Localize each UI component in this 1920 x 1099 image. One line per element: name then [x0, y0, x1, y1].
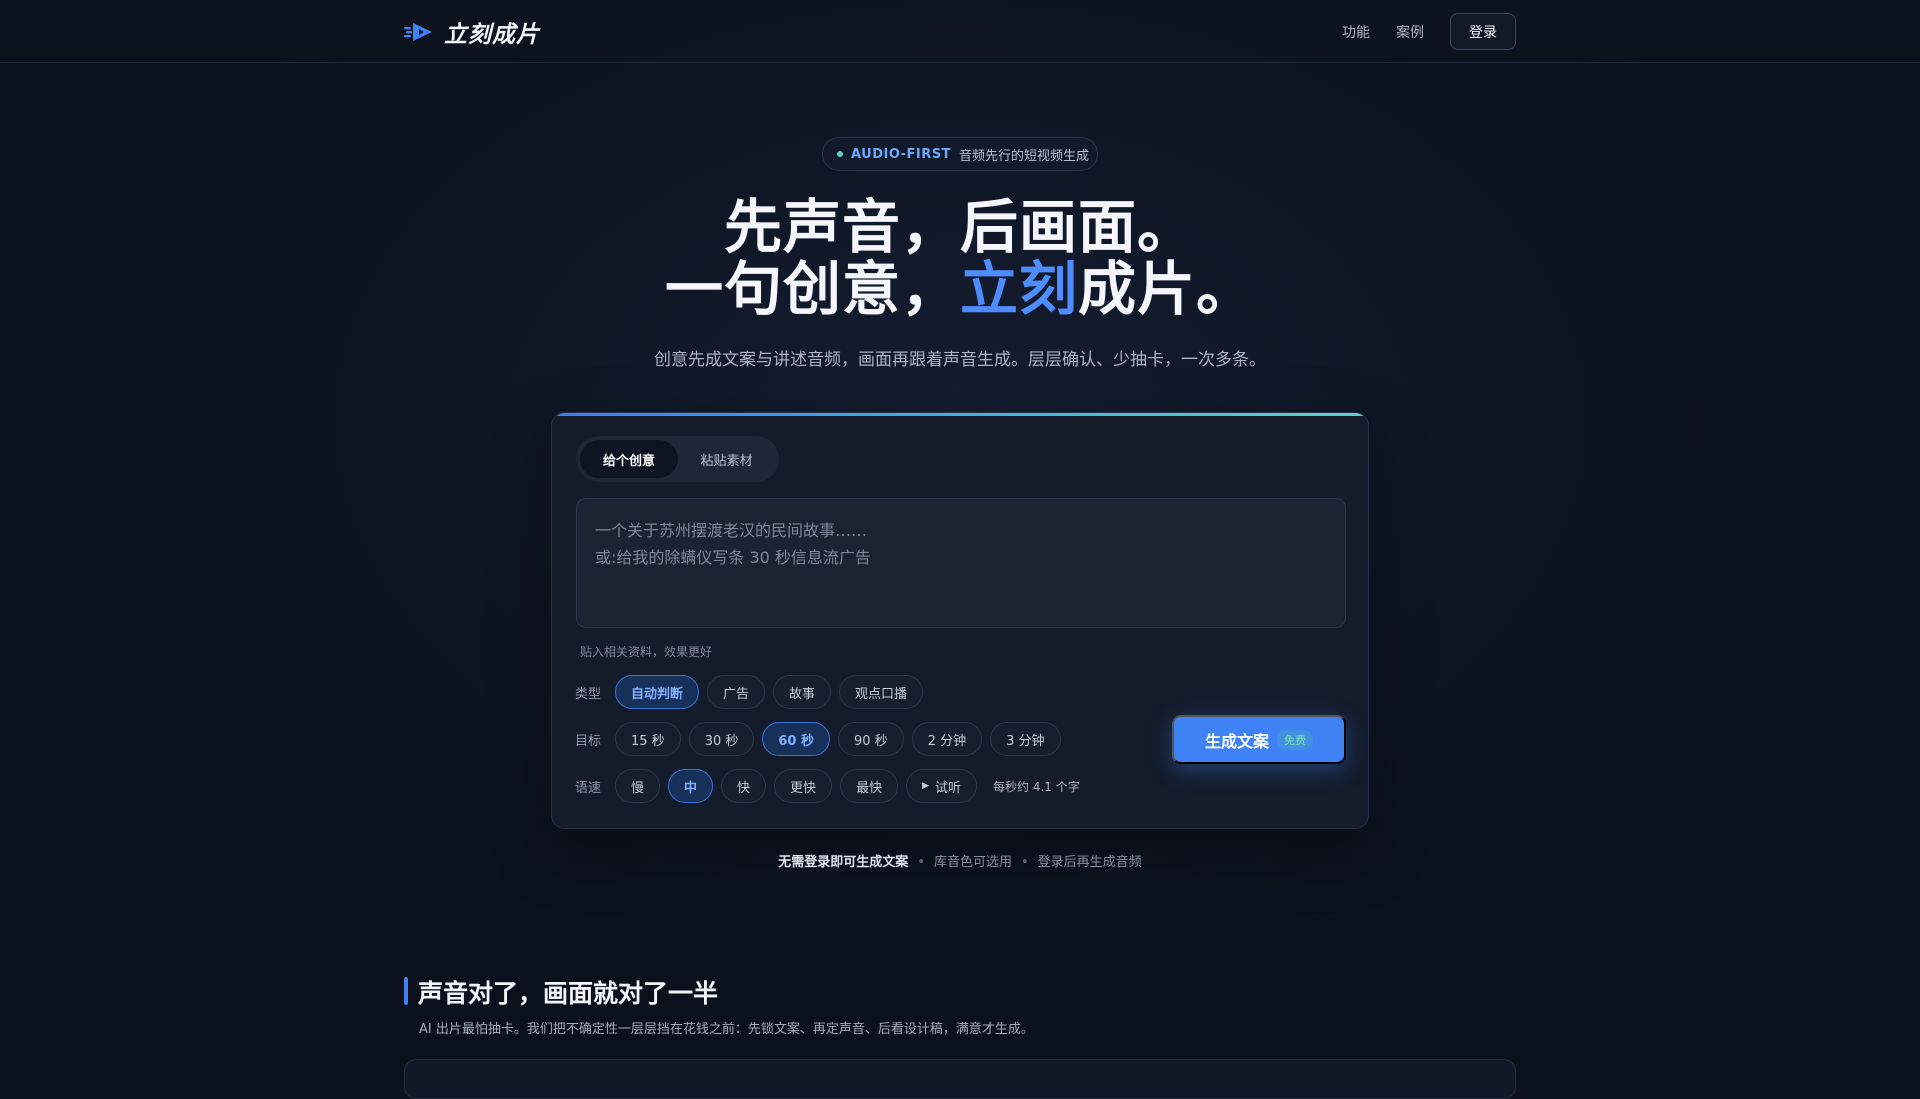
- mode-tabs: 给个创意 粘贴素材: [576, 436, 779, 482]
- headline-line-1: 先声音，后画面。: [723, 193, 1196, 261]
- target-option-30s[interactable]: 30 秒: [688, 722, 755, 756]
- free-badge: 免费: [1277, 729, 1313, 750]
- headline-line-2-post: 成片。: [1078, 255, 1256, 323]
- type-option-auto[interactable]: 自动判断: [615, 675, 700, 709]
- speed-label: 语速: [575, 780, 602, 796]
- speech-rate-note: 每秒约 4.1 个字: [993, 779, 1080, 794]
- composer-footnote: 无需登录即可生成文案 • 库音色可选用 • 登录后再生成音频: [0, 851, 1920, 870]
- status-dot-icon: [837, 151, 843, 157]
- brand-name: 立刻成片: [444, 21, 540, 48]
- generate-copy-label: 生成文案: [1204, 733, 1269, 751]
- speed-option-slow[interactable]: 慢: [615, 769, 661, 803]
- input-hint: 贴入相关资料，效果更好: [580, 645, 713, 659]
- target-option-3min[interactable]: 3 分钟: [990, 722, 1061, 756]
- target-option-15s[interactable]: 15 秒: [615, 722, 681, 756]
- main-nav: 功能 案例 登录: [1342, 13, 1516, 50]
- hero-subtitle: 创意先成文案与讲述音频，画面再跟着声音生成。层层确认、少抽卡，一次多条。: [654, 350, 1266, 370]
- type-label: 类型: [575, 686, 602, 702]
- brand[interactable]: 立刻成片: [404, 15, 540, 49]
- type-row: 类型 自动判断 广告 故事 观点口播: [575, 675, 931, 709]
- speed-option-fastest[interactable]: 最快: [840, 769, 899, 803]
- login-button[interactable]: 登录: [1450, 13, 1516, 50]
- footnote-separator: •: [917, 855, 925, 870]
- headline-line-2-accent: 立刻: [959, 255, 1078, 323]
- section-content-panel: [404, 1059, 1516, 1099]
- card-gradient-topline: [552, 413, 1368, 416]
- speed-option-faster[interactable]: 更快: [774, 769, 833, 803]
- type-option-opinion[interactable]: 观点口播: [839, 675, 924, 709]
- footnote-no-login: 无需登录即可生成文案: [778, 855, 909, 870]
- pill-tag: AUDIO-FIRST: [851, 146, 951, 162]
- target-label: 目标: [575, 733, 602, 749]
- speed-option-fast[interactable]: 快: [721, 769, 767, 803]
- preview-voice-button[interactable]: ▶ 试听: [906, 769, 978, 803]
- nav-link-features[interactable]: 功能: [1342, 22, 1370, 42]
- section-title: 声音对了，画面就对了一半: [418, 979, 719, 1008]
- headline-line-2-pre: 一句创意，: [664, 255, 960, 323]
- footnote-separator: •: [1021, 855, 1029, 870]
- top-navigation-inner: 立刻成片 功能 案例 登录: [404, 0, 1516, 63]
- preview-voice-label: 试听: [935, 780, 962, 796]
- tab-give-idea[interactable]: 给个创意: [580, 440, 678, 478]
- generate-copy-button[interactable]: 生成文案 免费: [1172, 715, 1346, 764]
- composer-card: 给个创意 粘贴素材 贴入相关资料，效果更好 类型 自动判断 广告 故事 观点口播…: [551, 412, 1369, 829]
- footnote-voice-library: 库音色可选用: [933, 855, 1012, 870]
- tab-paste-material[interactable]: 粘贴素材: [678, 440, 775, 478]
- type-option-story[interactable]: 故事: [773, 675, 832, 709]
- target-option-90s[interactable]: 90 秒: [838, 722, 904, 756]
- speed-option-medium[interactable]: 中: [668, 769, 714, 803]
- play-arrow-logo-icon: [404, 22, 432, 41]
- hero-headline: 先声音，后画面。 一句创意，立刻成片。: [0, 196, 1920, 320]
- section-accent-bar: [404, 977, 408, 1005]
- speed-row: 语速 慢 中 快 更快 最快 ▶ 试听 每秒约 4.1 个字: [575, 769, 1080, 803]
- idea-input[interactable]: [576, 498, 1346, 628]
- target-option-60s[interactable]: 60 秒: [762, 722, 830, 756]
- target-row: 目标 15 秒 30 秒 60 秒 90 秒 2 分钟 3 分钟: [575, 722, 1069, 756]
- audio-first-pill: AUDIO-FIRST 音频先行的短视频生成: [822, 137, 1098, 171]
- section-description: AI 出片最怕抽卡。我们把不确定性一层层挡在花钱之前：先锁文案、再定声音、后看设…: [419, 1022, 1034, 1037]
- footnote-login-audio: 登录后再生成音频: [1037, 855, 1142, 870]
- nav-link-cases[interactable]: 案例: [1396, 22, 1424, 42]
- top-navigation-bar: 立刻成片 功能 案例 登录: [0, 0, 1920, 63]
- play-icon: ▶: [922, 781, 929, 791]
- type-option-ad[interactable]: 广告: [707, 675, 766, 709]
- target-option-2min[interactable]: 2 分钟: [911, 722, 983, 756]
- pill-text: 音频先行的短视频生成: [959, 148, 1090, 164]
